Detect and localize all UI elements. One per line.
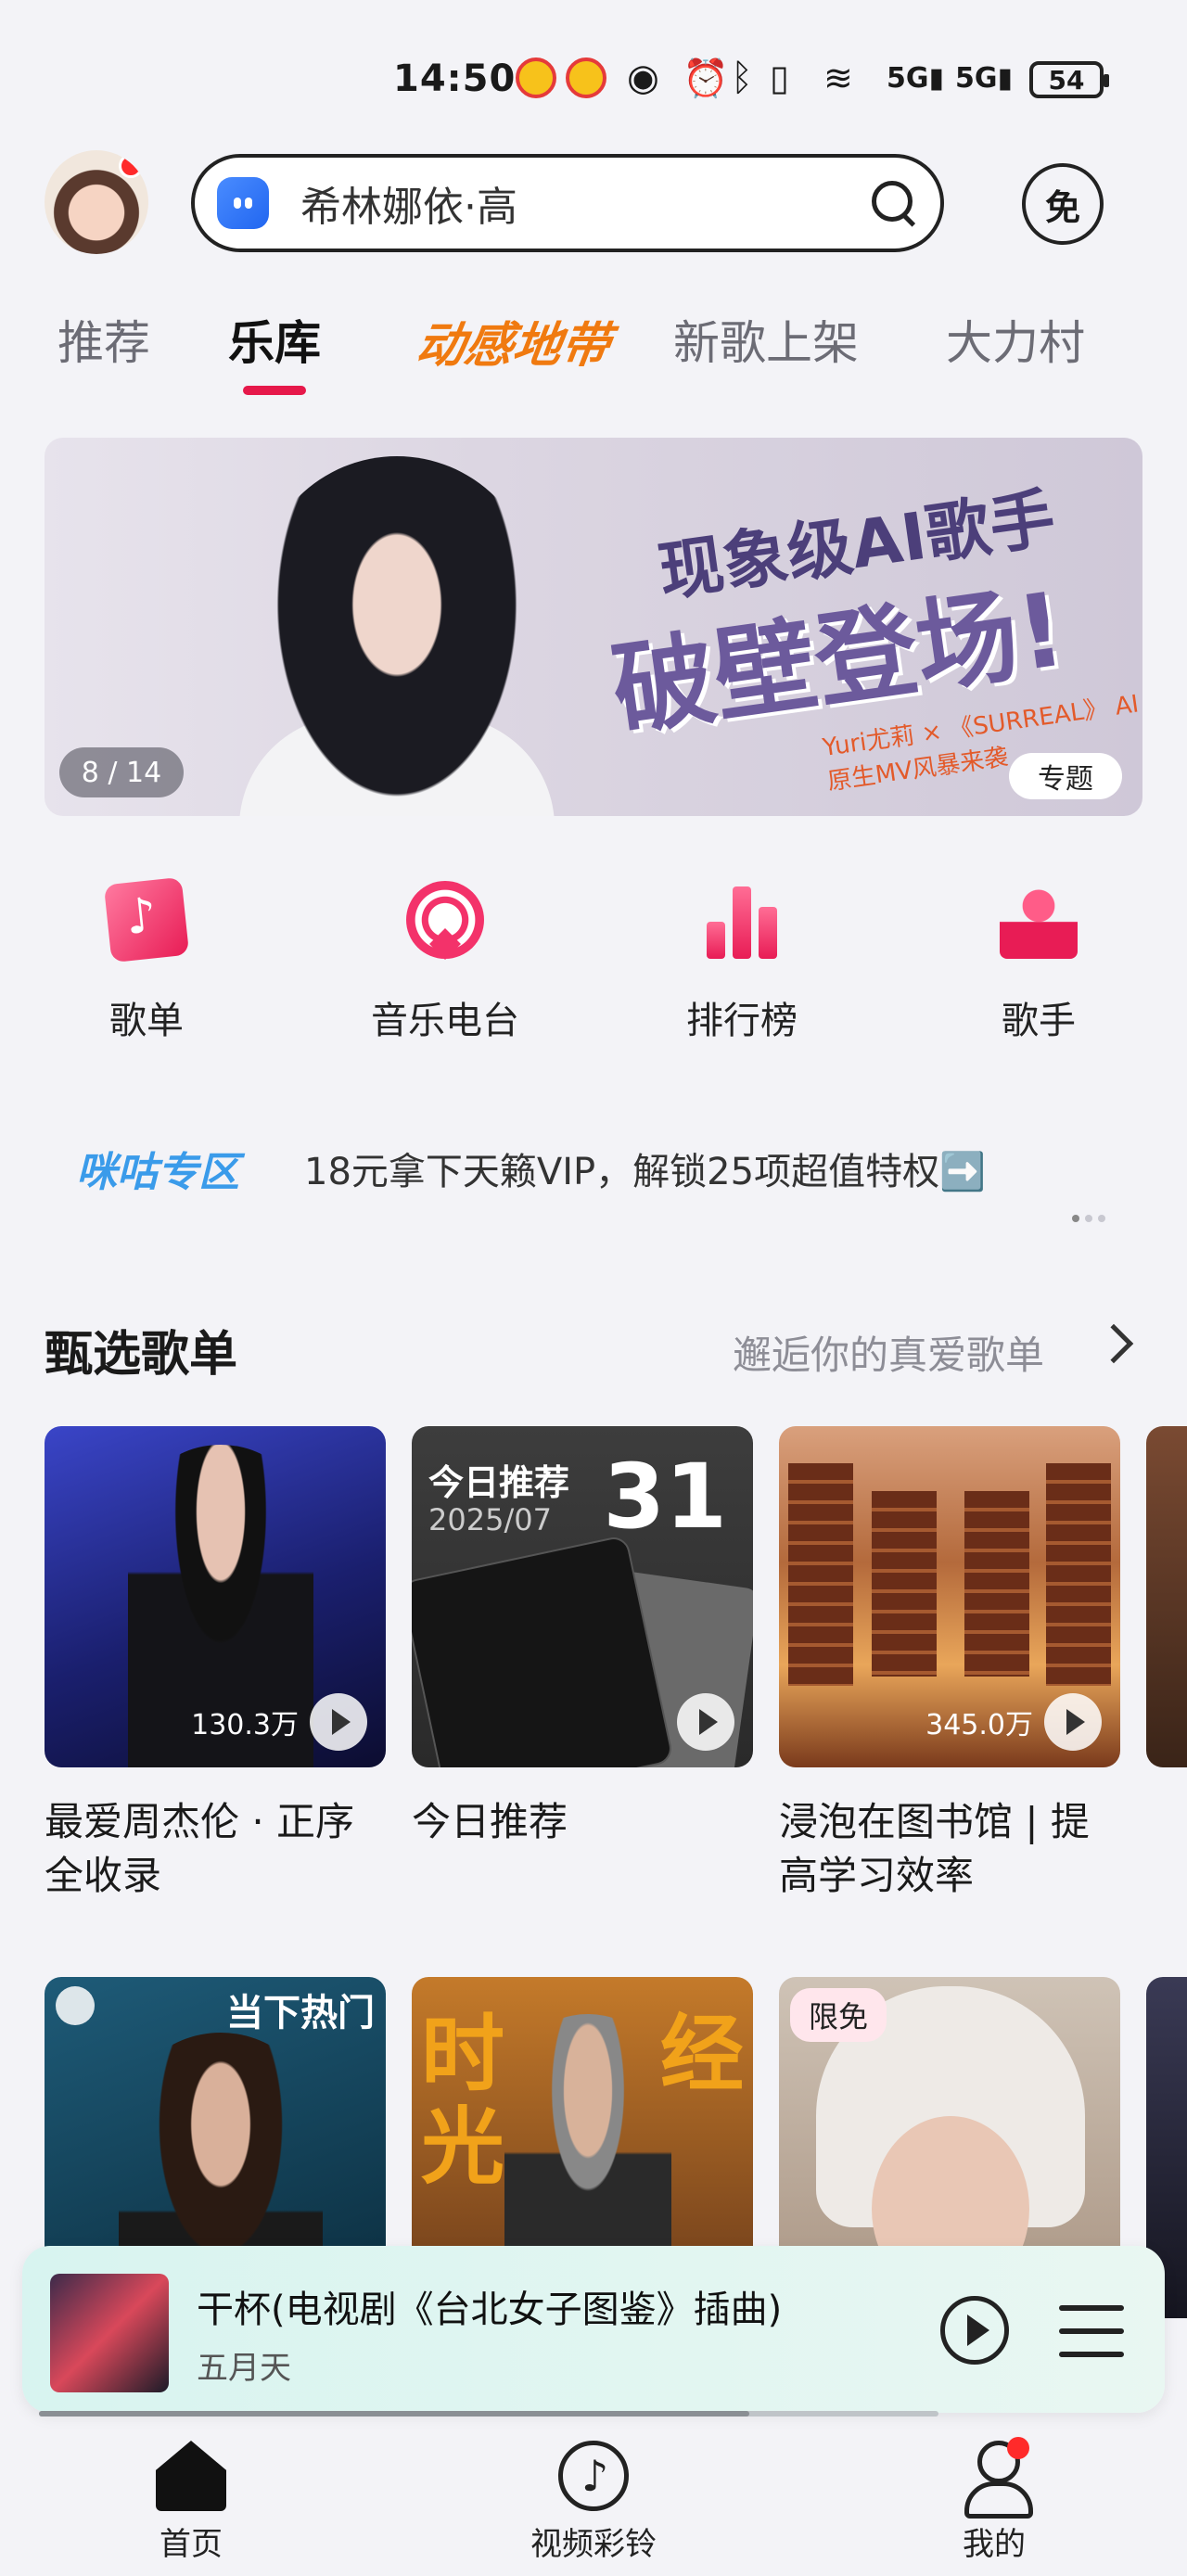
tab-dongganddidai[interactable]: 动感地带 bbox=[413, 306, 616, 376]
tab-label: 大力村 bbox=[946, 316, 1085, 370]
status-bar: 14:50 ◉ ⏰ ᛒ ▯ ≋ 5G▮ 5G▮ 54 bbox=[0, 0, 1187, 139]
play-count: 130.3万 bbox=[191, 1693, 367, 1751]
nav-me[interactable]: 我的 bbox=[901, 2437, 1087, 2564]
chart-icon bbox=[703, 881, 781, 959]
app-screen: 14:50 ◉ ⏰ ᛒ ▯ ≋ 5G▮ 5G▮ 54 希林娜依·高 免 推荐 乐… bbox=[0, 0, 1187, 2576]
chevron-right-icon[interactable] bbox=[1093, 1323, 1134, 1364]
music-note-icon bbox=[558, 2441, 629, 2511]
playlist-card-partial[interactable] bbox=[1146, 1426, 1187, 1767]
notification-dot bbox=[119, 154, 143, 178]
play-icon[interactable] bbox=[310, 1693, 367, 1751]
tab-label: 动感地带 bbox=[413, 318, 614, 374]
quick-label: 音乐电台 bbox=[371, 1000, 519, 1042]
playlist-cover: 345.0万 bbox=[779, 1426, 1120, 1767]
top-tabs: 推荐 乐库 动感地带 新歌上架 大力村 bbox=[0, 306, 1187, 399]
promo-banner[interactable]: 现象级AI歌手 破壁登场! Yuri尤莉 × 《SURREAL》 AI原生MV风… bbox=[45, 438, 1142, 816]
home-icon bbox=[156, 2441, 226, 2511]
playback-progress[interactable] bbox=[39, 2411, 938, 2417]
banner-index: 8 / 14 bbox=[59, 747, 184, 797]
cover-day: 31 bbox=[603, 1445, 727, 1549]
quick-charts[interactable]: 排行榜 bbox=[649, 881, 835, 1044]
weibo-notification-icon bbox=[566, 57, 606, 98]
status-time: 14:50 bbox=[393, 57, 517, 100]
singer-icon bbox=[1000, 881, 1078, 959]
tab-new-songs[interactable]: 新歌上架 bbox=[673, 306, 859, 373]
section-more-link[interactable]: 邂逅你的真爱歌单 bbox=[733, 1324, 1044, 1381]
tab-label: 乐库 bbox=[228, 316, 321, 370]
playlist-menu-icon[interactable] bbox=[1059, 2302, 1124, 2361]
play-icon[interactable] bbox=[1044, 1693, 1102, 1751]
nav-label: 我的 bbox=[963, 2526, 1026, 2563]
tab-dali-village[interactable]: 大力村 bbox=[946, 306, 1085, 373]
nav-label: 视频彩铃 bbox=[530, 2526, 657, 2563]
banner-figure bbox=[258, 456, 536, 816]
migu-promo-text: 18元拿下天籁VIP，解锁25项超值特权➡️ bbox=[304, 1151, 986, 1193]
tab-recommend[interactable]: 推荐 bbox=[57, 306, 150, 373]
cover-date: 2025/07 bbox=[428, 1502, 552, 1537]
bottom-nav: 首页 视频彩铃 我的 bbox=[0, 2437, 1187, 2576]
quick-playlist[interactable]: 歌单 bbox=[54, 876, 239, 1044]
tab-label: 推荐 bbox=[57, 316, 150, 370]
playlist-cover: 130.3万 bbox=[45, 1426, 386, 1767]
notification-dot bbox=[1007, 2437, 1029, 2459]
play-control bbox=[666, 1693, 734, 1751]
playlist-title: 浸泡在图书馆 | 提高学习效率 bbox=[779, 1799, 1090, 1898]
nav-home[interactable]: 首页 bbox=[98, 2441, 284, 2564]
quick-entries: 歌单 音乐电台 排行榜 歌手 bbox=[0, 876, 1187, 1076]
wifi-icon: ≋ bbox=[823, 57, 853, 98]
ai-assistant-icon[interactable] bbox=[217, 177, 269, 229]
battery-icon: 54 bbox=[1029, 61, 1109, 98]
section-title: 甄选歌单 bbox=[45, 1327, 238, 1383]
cover-tag: 限免 bbox=[790, 1988, 887, 2042]
migu-zone-tag: 咪咕专区 bbox=[76, 1149, 239, 1196]
search-input[interactable]: 希林娜依·高 bbox=[300, 173, 870, 233]
playlist-card[interactable]: 今日推荐 2025/07 31 今日推荐 bbox=[412, 1426, 753, 1849]
bluetooth-icon: ᛒ bbox=[731, 57, 753, 99]
ai-radio-icon bbox=[406, 881, 484, 959]
playlist-icon bbox=[103, 876, 190, 963]
quick-label: 歌单 bbox=[109, 1000, 184, 1042]
eye-icon: ◉ bbox=[627, 57, 659, 99]
music-logo-icon bbox=[56, 1986, 95, 2025]
free-mode-button[interactable]: 免 bbox=[1022, 163, 1104, 245]
vibrate-icon: ▯ bbox=[770, 57, 789, 98]
tab-indicator bbox=[243, 386, 306, 395]
weibo-notification-icon bbox=[516, 57, 556, 98]
search-icon[interactable] bbox=[870, 179, 918, 227]
banner-tag: 专题 bbox=[1009, 753, 1122, 799]
playlist-cover: 今日推荐 2025/07 31 bbox=[412, 1426, 753, 1767]
quick-label: 排行榜 bbox=[686, 1000, 798, 1042]
search-bar[interactable]: 希林娜依·高 bbox=[191, 154, 944, 252]
playlist-card[interactable]: 130.3万 最爱周杰伦 · 正序全收录 bbox=[45, 1426, 386, 1903]
alarm-icon: ⏰ bbox=[683, 57, 729, 100]
signal-icon: 5G▮ bbox=[955, 61, 1014, 95]
nav-label: 首页 bbox=[160, 2526, 223, 2563]
carousel-dots bbox=[1072, 1215, 1105, 1222]
cover-title: 今日推荐 bbox=[428, 1462, 570, 1503]
quick-label: 歌手 bbox=[1002, 1000, 1076, 1042]
now-playing-artist: 五月天 bbox=[197, 2350, 291, 2387]
tab-library[interactable]: 乐库 bbox=[228, 306, 321, 395]
profile-icon bbox=[959, 2437, 1033, 2519]
mini-player[interactable]: 干杯(电视剧《台北女子图鉴》插曲) 五月天 bbox=[22, 2246, 1165, 2417]
avatar[interactable] bbox=[45, 150, 148, 254]
cover-text: 经 bbox=[660, 2006, 744, 2103]
now-playing-title: 干杯(电视剧《台北女子图鉴》插曲) bbox=[197, 2289, 783, 2331]
play-icon[interactable] bbox=[677, 1693, 734, 1751]
play-count: 345.0万 bbox=[925, 1693, 1102, 1751]
playlist-title: 今日推荐 bbox=[412, 1799, 568, 1844]
nav-video-ringtone[interactable]: 视频彩铃 bbox=[501, 2441, 686, 2564]
quick-radio[interactable]: 音乐电台 bbox=[352, 881, 538, 1044]
playlist-title: 最爱周杰伦 · 正序全收录 bbox=[45, 1799, 355, 1898]
signal-icon: 5G▮ bbox=[887, 61, 945, 95]
migu-promo[interactable]: 咪咕专区 18元拿下天籁VIP，解锁25项超值特权➡️ bbox=[45, 1122, 1187, 1215]
playlist-card[interactable]: 345.0万 浸泡在图书馆 | 提高学习效率 bbox=[779, 1426, 1120, 1903]
quick-singers[interactable]: 歌手 bbox=[946, 881, 1131, 1044]
album-art[interactable] bbox=[50, 2274, 169, 2392]
tab-label: 新歌上架 bbox=[673, 316, 859, 370]
cover-tag: 当下热门 bbox=[226, 1992, 375, 2034]
play-icon[interactable] bbox=[940, 2296, 1009, 2365]
cover-text: 光 bbox=[421, 2098, 504, 2196]
